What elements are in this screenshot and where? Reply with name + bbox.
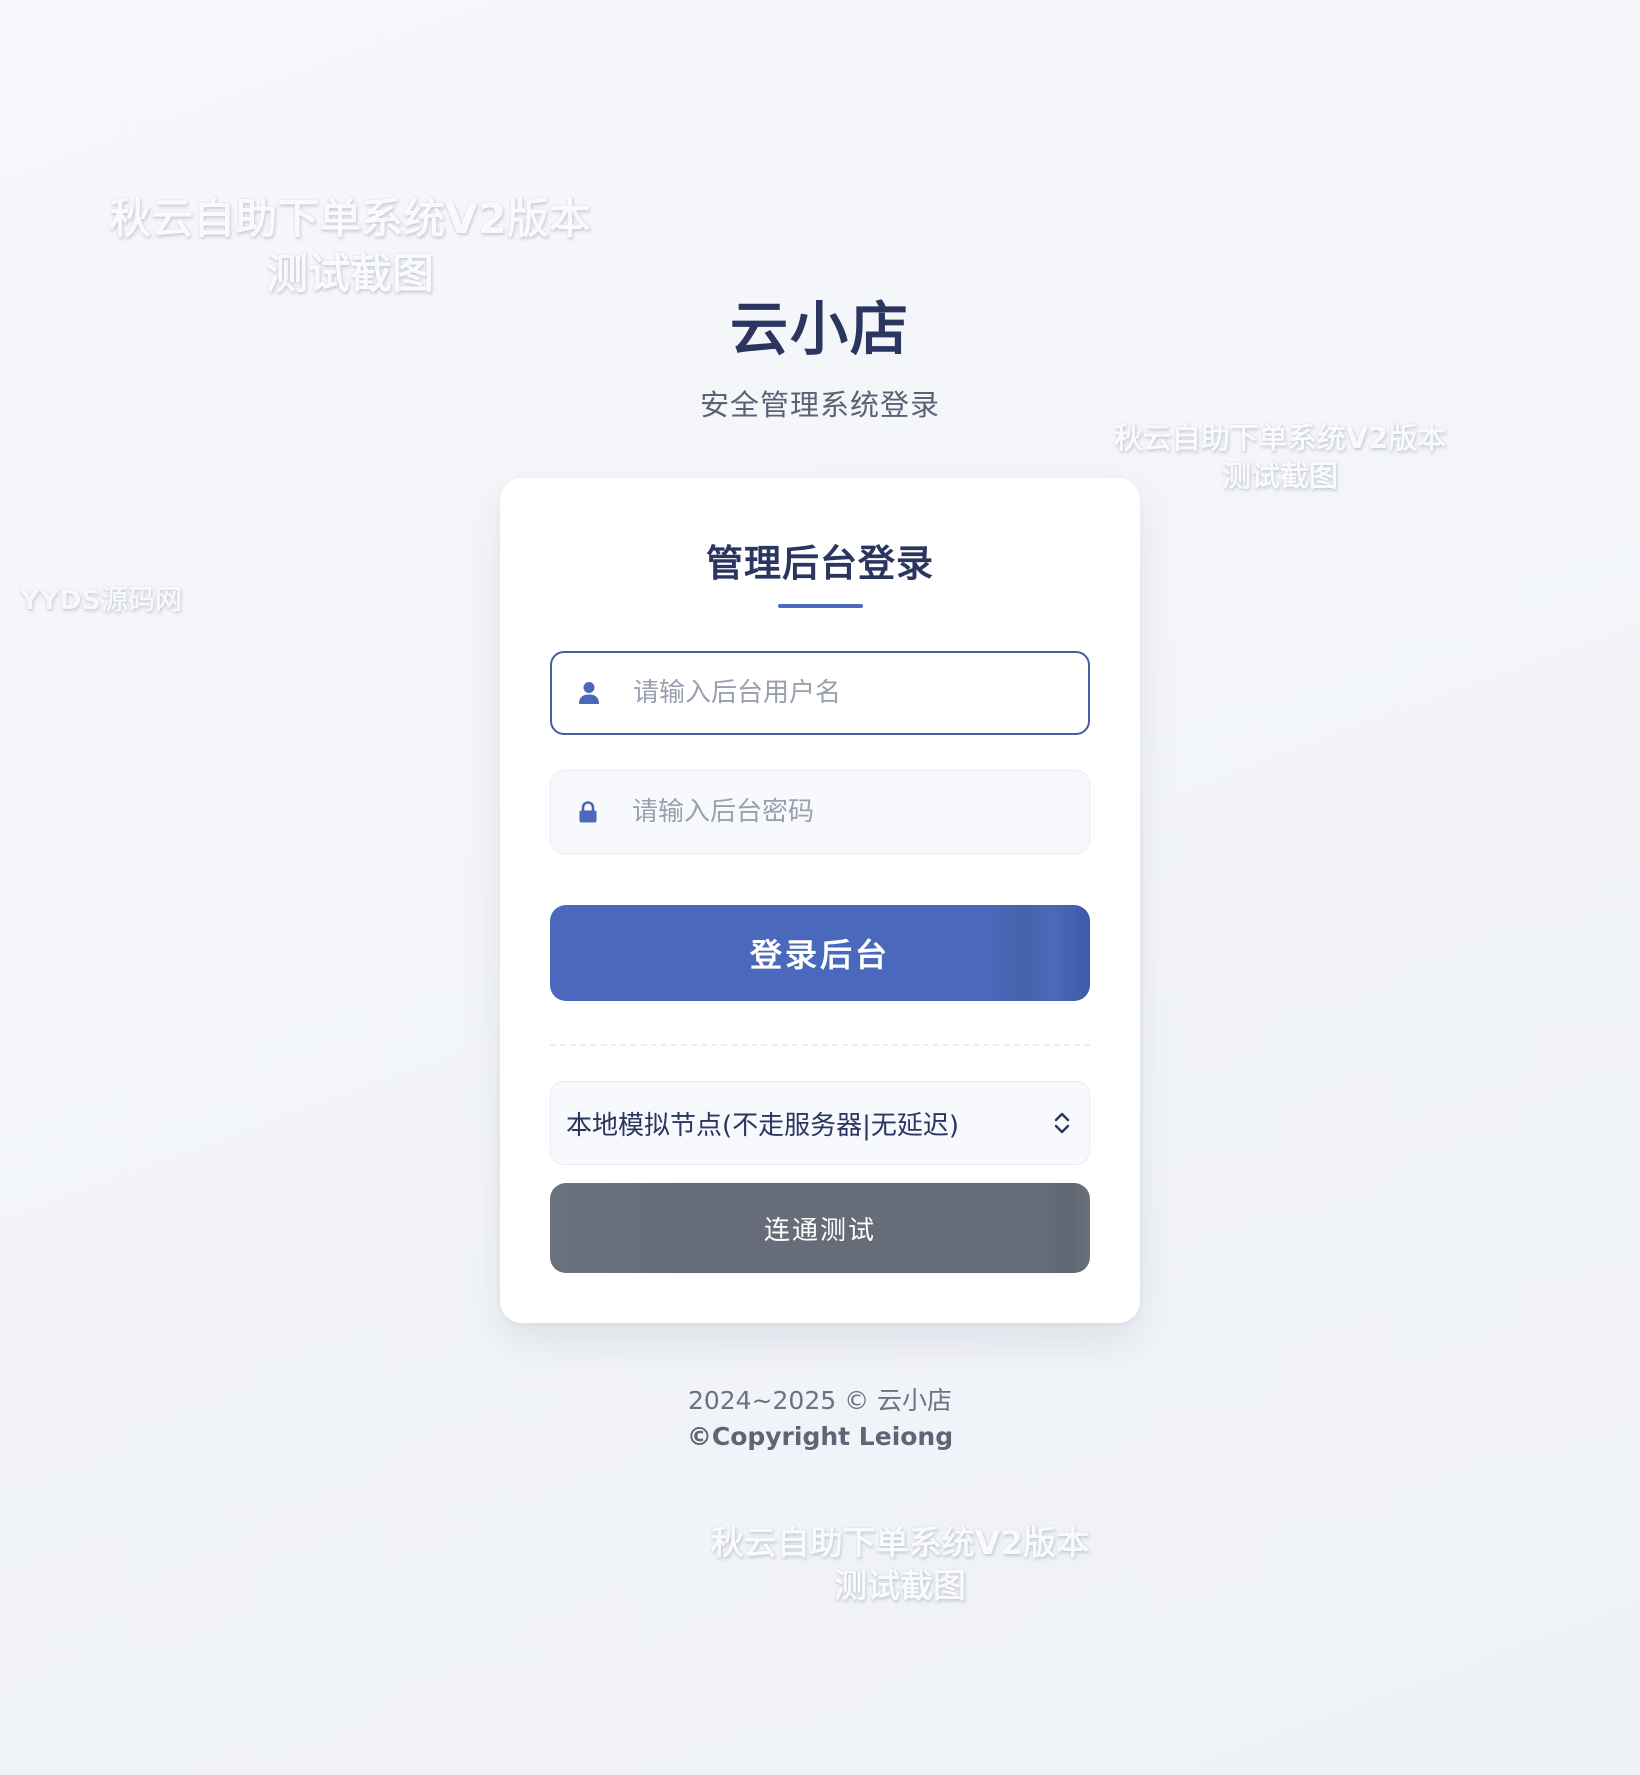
watermark-line: 秋云自助下单系统V2版本 (1113, 421, 1447, 455)
chevron-up-down-icon (1051, 1109, 1073, 1137)
lock-icon (576, 799, 600, 825)
username-input[interactable] (631, 677, 1075, 709)
username-field[interactable] (550, 651, 1090, 735)
brand-title: 云小店 (729, 295, 910, 363)
user-icon (577, 680, 601, 706)
password-field[interactable] (550, 770, 1090, 854)
footer-copyright-years: 2024~2025 © 云小店 (687, 1386, 953, 1415)
watermark-site: YYDS源码网 (20, 585, 182, 616)
watermark-line: 测试截图 (834, 1565, 966, 1605)
login-card: 管理后台登录 登录后台 本地模拟节点(不走服务器|无延迟) (500, 478, 1140, 1323)
node-select[interactable]: 本地模拟节点(不走服务器|无延迟) (550, 1081, 1090, 1165)
watermark-line: 秋云自助下单系统V2版本 (109, 194, 591, 243)
footer-copyright-owner: ©Copyright Leiong (686, 1422, 954, 1451)
title-underline (778, 604, 863, 608)
divider (550, 1044, 1090, 1046)
node-select-value: 本地模拟节点(不走服务器|无延迟) (566, 1110, 960, 1141)
test-connection-button[interactable]: 连通测试 (550, 1183, 1090, 1273)
brand-subtitle: 安全管理系统登录 (699, 388, 940, 422)
login-card-title: 管理后台登录 (706, 542, 934, 585)
watermark-right: 秋云自助下单系统V2版本 测试截图 (1100, 420, 1460, 495)
watermark-bottom: 秋云自助下单系统V2版本 测试截图 (700, 1522, 1100, 1608)
watermark-line: 秋云自助下单系统V2版本 (710, 1523, 1090, 1562)
watermark-line: 测试截图 (1221, 458, 1338, 493)
login-button[interactable]: 登录后台 (550, 905, 1090, 1001)
password-input[interactable] (630, 796, 1074, 828)
